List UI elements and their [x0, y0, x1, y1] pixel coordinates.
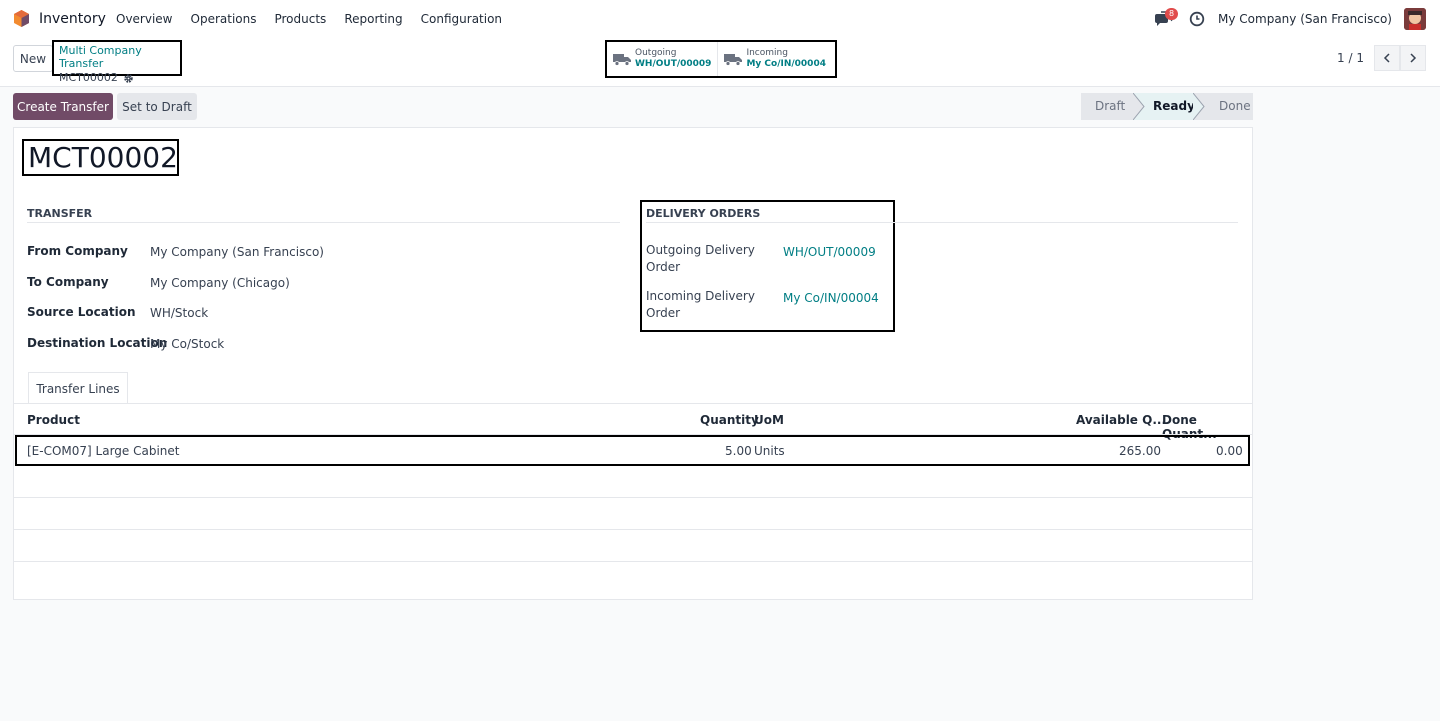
outgoing-smart-button[interactable]: Outgoing WH/OUT/00009	[607, 42, 719, 76]
destination-location-value[interactable]: My Co/Stock	[150, 337, 224, 351]
row-uom[interactable]: Units	[754, 444, 785, 458]
user-avatar[interactable]	[1404, 8, 1426, 30]
company-switcher[interactable]: My Company (San Francisco)	[1218, 12, 1392, 26]
set-to-draft-button[interactable]: Set to Draft	[117, 93, 197, 120]
status-step-draft[interactable]: Draft	[1081, 93, 1133, 120]
row-divider	[14, 497, 1252, 498]
incoming-delivery-order-label: Incoming Delivery Order	[646, 289, 755, 320]
incoming-smart-button[interactable]: Incoming My Co/IN/00004	[718, 42, 832, 76]
table-row[interactable]	[15, 435, 1250, 466]
record-title-box: MCT00002	[22, 139, 179, 176]
row-divider	[14, 561, 1252, 562]
incoming-value: My Co/IN/00004	[746, 59, 826, 69]
truck-icon	[724, 53, 743, 66]
tab-divider	[14, 403, 1252, 404]
source-location-label: Source Location	[27, 305, 136, 319]
menu-products[interactable]: Products	[274, 12, 326, 26]
row-available: 265.00	[1119, 444, 1161, 458]
pager-previous-button[interactable]	[1374, 45, 1400, 71]
gear-icon[interactable]	[123, 73, 134, 84]
column-available-quantity[interactable]: Available Q...	[1076, 413, 1166, 427]
row-product[interactable]: [E-COM07] Large Cabinet	[27, 444, 180, 458]
top-navbar: Inventory Overview Operations Products R…	[0, 0, 1440, 37]
source-location-value[interactable]: WH/Stock	[150, 306, 208, 320]
status-step-ready[interactable]: Ready	[1133, 93, 1195, 120]
incoming-delivery-order-link[interactable]: My Co/IN/00004	[783, 291, 879, 305]
status-steps: Draft Ready Done	[1081, 93, 1253, 120]
row-quantity[interactable]: 5.00	[725, 444, 752, 458]
status-bar: Create Transfer Set to Draft Draft Ready…	[13, 93, 1253, 121]
column-uom[interactable]: UoM	[754, 413, 784, 427]
activity-clock-icon[interactable]	[1189, 11, 1205, 27]
outgoing-delivery-order-label: Outgoing Delivery Order	[646, 243, 755, 274]
chevron-right-icon	[1410, 53, 1417, 63]
menu-overview[interactable]: Overview	[116, 12, 173, 26]
form-sheet: MCT00002 TRANSFER From Company My Compan…	[13, 127, 1253, 600]
menu-configuration[interactable]: Configuration	[421, 12, 502, 26]
control-panel: New Multi Company Transfer MCT00002 Outg…	[0, 37, 1440, 87]
from-company-label: From Company	[27, 244, 128, 258]
to-company-label: To Company	[27, 275, 109, 289]
messaging-button[interactable]: 8	[1155, 8, 1179, 28]
breadcrumb-current-label: MCT00002	[59, 71, 118, 84]
outgoing-label: Outgoing	[635, 48, 677, 58]
outgoing-value: WH/OUT/00009	[635, 59, 712, 69]
app-name[interactable]: Inventory	[39, 11, 106, 27]
breadcrumb-parent-link[interactable]: Multi Company Transfer	[59, 44, 175, 70]
status-step-done-label: Done	[1219, 99, 1251, 113]
status-step-ready-label: Ready	[1153, 99, 1195, 113]
column-product[interactable]: Product	[27, 413, 80, 427]
truck-icon	[613, 53, 631, 66]
row-done[interactable]: 0.00	[1216, 444, 1243, 458]
destination-location-label: Destination Location	[27, 336, 168, 350]
to-company-value[interactable]: My Company (Chicago)	[150, 276, 290, 290]
delivery-section-divider	[646, 222, 1238, 223]
pager: 1 / 1	[1337, 45, 1426, 71]
breadcrumb: Multi Company Transfer MCT00002	[52, 40, 182, 84]
main-menu: Overview Operations Products Reporting C…	[116, 12, 520, 26]
record-title: MCT00002	[28, 141, 178, 174]
status-step-done[interactable]: Done	[1193, 93, 1253, 120]
inventory-app-icon[interactable]	[13, 10, 30, 27]
menu-reporting[interactable]: Reporting	[344, 12, 402, 26]
row-divider	[14, 529, 1252, 530]
create-transfer-button[interactable]: Create Transfer	[13, 93, 113, 120]
outgoing-delivery-order-link[interactable]: WH/OUT/00009	[783, 245, 876, 259]
status-step-draft-label: Draft	[1095, 99, 1126, 113]
delivery-orders-section-title: DELIVERY ORDERS	[646, 207, 761, 220]
pager-value[interactable]: 1 / 1	[1337, 51, 1364, 65]
column-quantity[interactable]: Quantity	[700, 413, 759, 427]
pager-next-button[interactable]	[1400, 45, 1426, 71]
chevron-left-icon	[1383, 53, 1390, 63]
incoming-label: Incoming	[746, 48, 788, 58]
new-button[interactable]: New	[13, 45, 53, 72]
from-company-value[interactable]: My Company (San Francisco)	[150, 245, 324, 259]
smart-buttons: Outgoing WH/OUT/00009 Incoming My Co/IN/…	[605, 40, 837, 78]
avatar-image	[1404, 8, 1426, 30]
transfer-section-divider	[27, 222, 620, 223]
breadcrumb-current: MCT00002	[59, 71, 175, 85]
chat-badge: 8	[1165, 8, 1179, 20]
transfer-section-title: TRANSFER	[27, 207, 93, 220]
menu-operations[interactable]: Operations	[191, 12, 257, 26]
tab-transfer-lines[interactable]: Transfer Lines	[28, 372, 128, 404]
